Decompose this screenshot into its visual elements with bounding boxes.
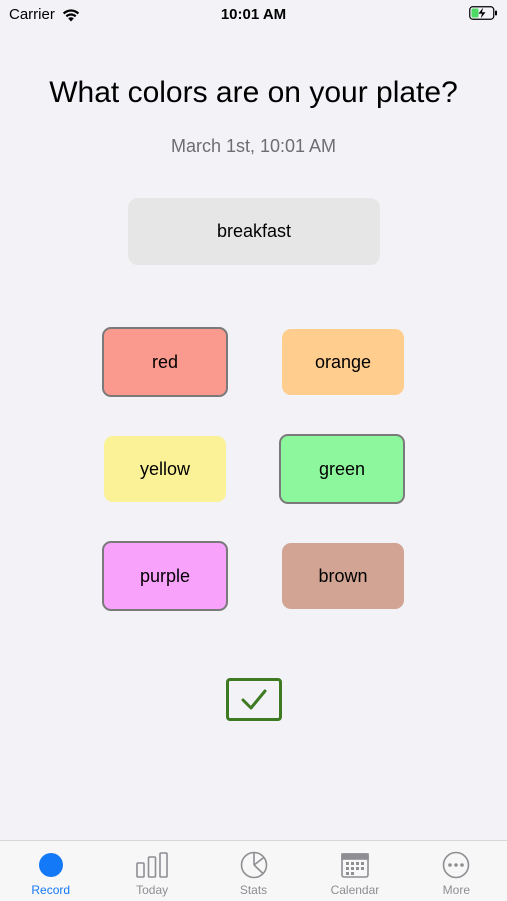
color-button-orange[interactable]: orange xyxy=(282,329,404,395)
tab-label-record: Record xyxy=(31,883,71,897)
tab-more[interactable]: More xyxy=(406,841,507,901)
record-dot-icon xyxy=(34,850,68,880)
meal-selector-button[interactable]: breakfast xyxy=(128,198,380,265)
tab-today[interactable]: Today xyxy=(101,841,202,901)
tab-stats[interactable]: Stats xyxy=(203,841,304,901)
bar-chart-icon xyxy=(135,850,169,880)
color-button-purple[interactable]: purple xyxy=(102,541,228,611)
tab-label-stats: Stats xyxy=(239,883,268,897)
confirm-button[interactable] xyxy=(226,678,282,721)
tab-label-calendar: Calendar xyxy=(330,883,380,897)
tab-record[interactable]: Record xyxy=(0,841,101,901)
color-button-brown[interactable]: brown xyxy=(282,543,404,609)
tab-bar: Record Today Stats Calendar More xyxy=(0,840,507,901)
page-title: What colors are on your plate? xyxy=(49,76,458,109)
color-button-red[interactable]: red xyxy=(102,327,228,397)
tab-label-today: Today xyxy=(136,883,169,897)
color-button-yellow[interactable]: yellow xyxy=(104,436,226,502)
checkmark-icon xyxy=(241,689,267,709)
calendar-icon xyxy=(338,850,372,880)
tab-label-more: More xyxy=(442,883,470,897)
more-icon xyxy=(439,850,473,880)
datetime-label: March 1st, 10:01 AM xyxy=(170,136,337,156)
tab-calendar[interactable]: Calendar xyxy=(304,841,405,901)
color-button-green[interactable]: green xyxy=(279,434,405,504)
battery-charging-icon xyxy=(469,6,497,20)
status-bar: Carrier 10:01 AM xyxy=(0,0,507,30)
status-time: 10:01 AM xyxy=(220,6,287,23)
pie-chart-icon xyxy=(237,850,271,880)
